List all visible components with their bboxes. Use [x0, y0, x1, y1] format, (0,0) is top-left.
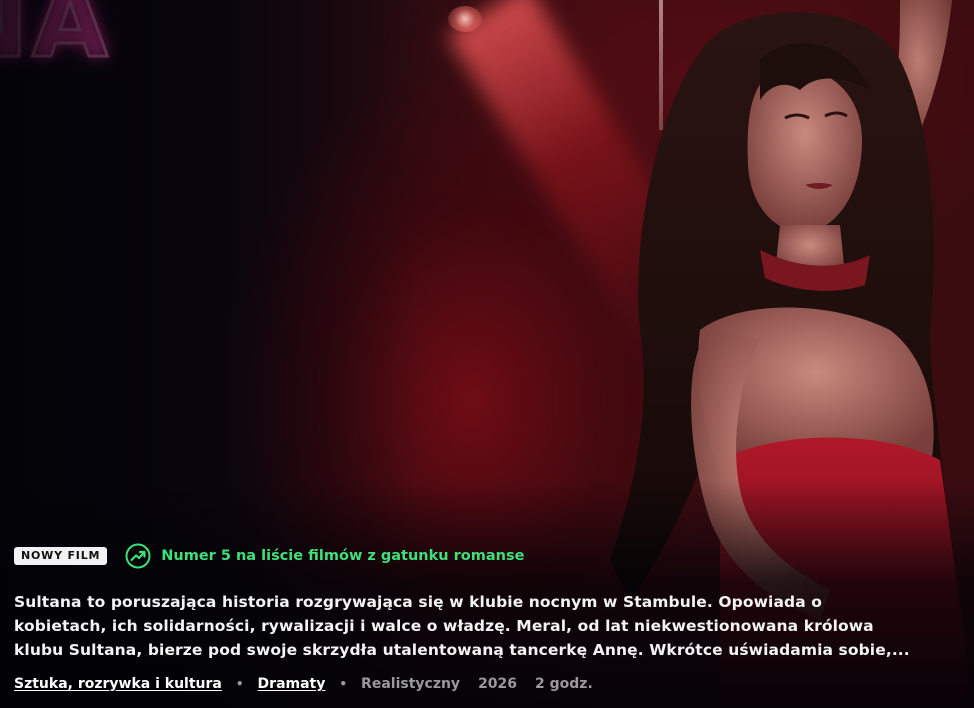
badge-row: NOWY FILM Numer 5 na liście filmów z gat… [14, 540, 964, 572]
title-info-panel: NOWY FILM Numer 5 na liście filmów z gat… [14, 540, 964, 692]
tone-label: Realistyczny [361, 676, 461, 692]
trending-rank-text: Numer 5 na liście filmów z gatunku roman… [161, 548, 525, 564]
synopsis-line: klubu Sultana, bierze pod swoje skrzydła… [14, 641, 910, 659]
metadata-row: Sztuka, rozrywka i kultura • Dramaty • R… [14, 676, 964, 692]
synopsis-line: kobietach, ich solidarności, rywalizacji… [14, 617, 874, 635]
genre-link-arts[interactable]: Sztuka, rozrywka i kultura [14, 676, 222, 692]
spotlight-source [448, 6, 482, 32]
trending-indicator: Numer 5 na liście filmów z gatunku roman… [125, 543, 524, 569]
new-film-badge: NOWY FILM [14, 547, 108, 565]
runtime: 2 godz. [535, 676, 593, 692]
release-year: 2026 [478, 676, 518, 692]
synopsis-line: Sultana to poruszająca historia rozgrywa… [14, 593, 823, 611]
separator-dot: • [235, 677, 244, 691]
synopsis: Sultana to poruszająca historia rozgrywa… [14, 590, 964, 662]
genre-link-drama[interactable]: Dramaty [258, 676, 326, 692]
trending-up-icon [125, 543, 151, 569]
separator-dot: • [339, 677, 348, 691]
